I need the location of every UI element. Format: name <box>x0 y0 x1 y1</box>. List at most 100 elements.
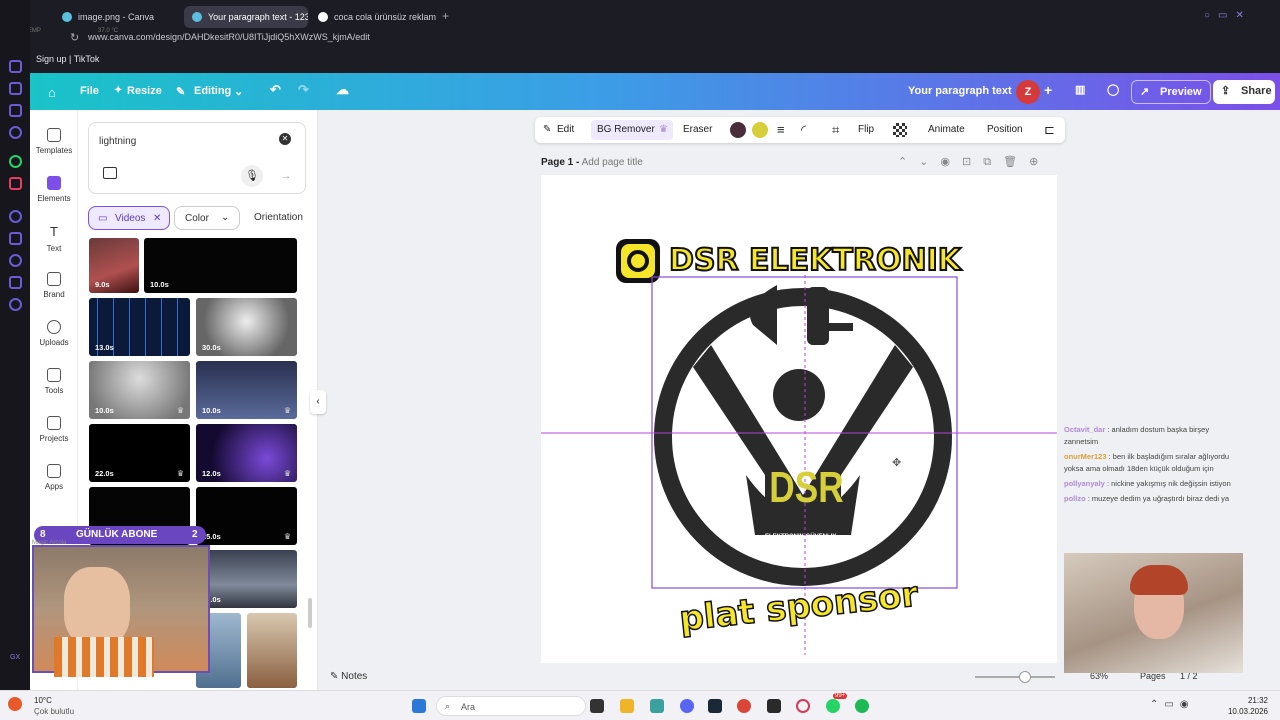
clear-search-icon[interactable]: ✕ <box>279 133 291 145</box>
page-title-input[interactable]: Add page title <box>582 157 643 168</box>
app-icon[interactable] <box>650 699 664 713</box>
rail-projects[interactable]: Projects <box>30 416 78 443</box>
new-tab-icon[interactable]: + <box>442 9 449 23</box>
collapse-panel-icon[interactable]: ‹ <box>310 390 326 414</box>
reload-icon[interactable]: ↻ <box>70 31 79 44</box>
avatar[interactable]: Z <box>1016 80 1040 104</box>
chevron-down-icon[interactable]: ⌄ <box>234 85 243 98</box>
filter-color-chip[interactable]: Color ⌄ <box>174 206 240 230</box>
color-swatch-dark[interactable] <box>730 122 746 138</box>
notes-button[interactable]: ✎ Notes <box>330 671 367 682</box>
file-explorer-icon[interactable] <box>620 699 634 713</box>
video-thumb[interactable]: 10.0s <box>196 550 297 608</box>
system-tray[interactable]: ⌃▭◉ <box>1150 699 1195 710</box>
rail-text[interactable]: T Text <box>30 224 78 253</box>
rail-elements[interactable]: Elements <box>30 176 78 203</box>
undo-icon[interactable]: ↶ <box>270 82 281 98</box>
flip-button[interactable]: Flip <box>858 124 874 135</box>
sidebar-app-icon[interactable] <box>9 126 22 139</box>
settings-icon[interactable] <box>9 298 22 311</box>
sidebar-app-icon[interactable] <box>9 82 22 95</box>
video-thumb[interactable]: 13.0s <box>89 298 190 356</box>
sidebar-app-icon[interactable] <box>9 210 22 223</box>
taskbar-search[interactable]: ⌕ Ara <box>436 696 586 716</box>
bookmark-tiktok[interactable]: Sign up | TikTok <box>36 54 99 64</box>
rail-uploads[interactable]: Uploads <box>30 320 78 347</box>
video-thumb[interactable] <box>247 613 297 688</box>
tab-label: image.png - Canva <box>78 12 155 22</box>
panel-scrollbar[interactable] <box>308 238 312 678</box>
analytics-icon[interactable]: ▥ <box>1075 83 1085 96</box>
sidebar-app-icon[interactable] <box>9 276 22 289</box>
brand-heading[interactable]: DSR ELEKTRONIK <box>668 242 962 279</box>
border-style-icon[interactable]: ≡ <box>777 122 785 137</box>
video-thumb[interactable]: 12.0s ♛ <box>196 424 297 482</box>
file-menu[interactable]: File <box>80 85 99 97</box>
cloud-save-icon[interactable]: ☁ <box>336 82 349 98</box>
video-thumb[interactable]: 10.0s ♛ <box>89 361 190 419</box>
crop-icon[interactable]: ⌗ <box>832 122 839 138</box>
preview-button[interactable]: ↗ Preview <box>1131 80 1211 104</box>
whatsapp-icon[interactable] <box>826 699 840 713</box>
home-icon[interactable]: ⌂ <box>48 85 56 100</box>
page-controls[interactable]: ⌃⌄◉⊡⧉🗑⊕ <box>898 155 1050 169</box>
image-search-icon[interactable] <box>103 167 117 179</box>
url-bar[interactable]: www.canva.com/design/DAHDkesitR0/U8ITiJj… <box>88 32 1188 46</box>
share-label: Share <box>1241 85 1272 97</box>
rail-templates[interactable]: Templates <box>30 128 78 155</box>
tab-coca-cola[interactable]: coca cola ürünsüz reklam <box>310 6 438 28</box>
bg-remover-button[interactable]: BG Remover <box>597 124 655 135</box>
redo-icon[interactable]: ↷ <box>298 82 309 98</box>
window-controls[interactable]: ○▭✕ <box>1204 10 1264 21</box>
resize-button[interactable]: Resize <box>127 85 162 97</box>
microphone-icon[interactable]: 🎙 <box>241 165 263 187</box>
video-thumb[interactable]: 9.0s <box>89 238 139 293</box>
video-thumb[interactable]: 22.0s ♛ <box>89 424 190 482</box>
transparency-icon[interactable] <box>893 123 907 137</box>
share-button[interactable]: ⇪ Share <box>1213 80 1275 104</box>
video-thumb[interactable]: 10.0s ♛ <box>196 361 297 419</box>
filter-videos-chip[interactable]: ▭ Videos ✕ <box>88 206 170 230</box>
rail-apps[interactable]: Apps <box>30 464 78 491</box>
rail-brand[interactable]: Brand <box>30 272 78 299</box>
opera-gx-icon[interactable] <box>796 699 810 713</box>
video-thumb[interactable]: 25.0s ♛ <box>196 487 297 545</box>
sidebar-app-icon[interactable] <box>9 104 22 117</box>
sidebar-app-icon[interactable] <box>9 232 22 245</box>
clock-date: 10.03.2026 <box>1227 707 1268 716</box>
whatsapp-icon[interactable] <box>9 155 22 168</box>
instagram-icon[interactable] <box>9 177 22 190</box>
edit-button[interactable]: Edit <box>557 124 574 135</box>
filter-orientation-chip[interactable]: Orientation <box>244 206 317 230</box>
video-thumb[interactable]: 30.0s <box>196 298 297 356</box>
tab-your-paragraph[interactable]: Your paragraph text - 123 <box>184 6 308 28</box>
chrome-icon[interactable] <box>737 699 751 713</box>
eraser-button[interactable]: Eraser <box>683 124 712 135</box>
task-view-icon[interactable] <box>590 699 604 713</box>
rail-tools[interactable]: Tools <box>30 368 78 395</box>
spotify-icon[interactable] <box>855 699 869 713</box>
zoom-slider[interactable] <box>975 671 1055 683</box>
sidebar-app-icon[interactable] <box>9 60 22 73</box>
animate-button[interactable]: Animate <box>928 124 965 135</box>
tab-image-png[interactable]: image.png - Canva <box>54 6 182 28</box>
corner-rounding-icon[interactable]: ◜ <box>801 122 806 138</box>
paint-roller-icon[interactable]: ⊏ <box>1044 122 1055 138</box>
add-collaborator-icon[interactable]: + <box>1044 82 1052 98</box>
remove-filter-icon[interactable]: ✕ <box>153 213 161 224</box>
color-swatch-yellow[interactable] <box>752 122 768 138</box>
video-thumb[interactable]: 10.0s <box>144 238 297 293</box>
app-icon[interactable] <box>767 699 781 713</box>
editing-button[interactable]: Editing <box>194 85 231 97</box>
windows-start-icon[interactable] <box>412 699 426 713</box>
position-button[interactable]: Position <box>987 124 1023 135</box>
edit-icon: ✎ <box>543 124 552 135</box>
comment-icon[interactable]: ◯ <box>1107 83 1119 96</box>
search-input[interactable] <box>99 133 269 149</box>
weather-icon[interactable] <box>8 697 22 711</box>
history-icon[interactable] <box>9 254 22 267</box>
submit-arrow-icon[interactable]: → <box>275 165 297 187</box>
discord-icon[interactable] <box>680 699 694 713</box>
design-title[interactable]: Your paragraph text <box>908 85 1012 97</box>
steam-icon[interactable] <box>708 699 722 713</box>
